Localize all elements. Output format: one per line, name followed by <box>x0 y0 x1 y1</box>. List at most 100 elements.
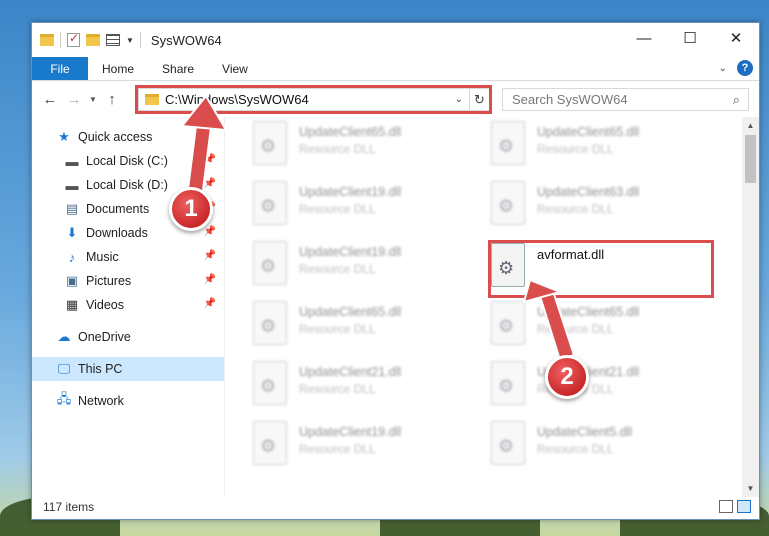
sidebar-item-network[interactable]: 🖧 Network <box>32 389 224 413</box>
dll-file-icon <box>491 361 525 405</box>
tab-home[interactable]: Home <box>88 57 148 80</box>
status-bar: 117 items <box>32 495 759 519</box>
tab-file[interactable]: File <box>32 57 88 80</box>
file-name: UpdateClient65.dll <box>537 305 640 319</box>
help-icon[interactable]: ? <box>737 60 753 76</box>
sidebar-item-videos[interactable]: ▦ Videos 📌 <box>32 293 224 317</box>
file-type: Resource DLL <box>537 322 614 336</box>
window-title: SysWOW64 <box>150 32 222 48</box>
tab-view[interactable]: View <box>208 57 262 80</box>
back-arrow-icon[interactable]: ← <box>38 91 62 108</box>
sidebar-item-label: Local Disk (C:) <box>86 154 168 168</box>
file-type: Resource DLL <box>537 142 614 156</box>
file-item[interactable]: UpdateClient65.dll Resource DLL <box>491 121 711 177</box>
sidebar-item-label: Network <box>78 394 124 408</box>
file-name: UpdateClient19.dll <box>299 425 402 439</box>
star-icon: ★ <box>58 129 70 144</box>
file-item[interactable]: UpdateClient19.dll Resource DLL <box>253 241 473 297</box>
computer-icon: 🖵 <box>57 361 71 376</box>
pin-icon[interactable]: 📌 <box>204 298 216 309</box>
forward-arrow-icon[interactable]: → <box>62 91 86 108</box>
up-arrow-icon[interactable]: ↑ <box>100 91 124 108</box>
file-type: Resource DLL <box>299 382 376 396</box>
dll-file-icon <box>253 421 287 465</box>
scrollbar-thumb[interactable] <box>745 135 756 183</box>
file-item[interactable]: UpdateClient65.dll Resource DLL <box>253 301 473 357</box>
step-2-badge: 2 <box>545 355 589 399</box>
properties-check-icon[interactable] <box>67 31 80 47</box>
pictures-icon: ▣ <box>65 273 79 288</box>
sidebar-item-music[interactable]: ♪ Music 📌 <box>32 245 224 269</box>
music-icon: ♪ <box>68 249 76 265</box>
file-item[interactable]: UpdateClient65.dll Resource DLL <box>491 301 711 357</box>
file-item[interactable]: UpdateClient19.dll Resource DLL <box>253 421 473 477</box>
large-icons-view-icon[interactable] <box>737 500 751 513</box>
file-name: UpdateClient65.dll <box>299 125 402 139</box>
pin-icon[interactable]: 📌 <box>204 226 216 237</box>
sidebar-item-label: Music <box>86 250 119 264</box>
file-name: UpdateClient21.dll <box>299 365 402 379</box>
cloud-icon: ☁ <box>57 329 71 344</box>
videos-icon: ▦ <box>65 297 79 312</box>
sidebar-item-label: Quick access <box>78 130 153 144</box>
folder-icon <box>40 34 54 46</box>
tab-share[interactable]: Share <box>148 57 208 80</box>
pin-icon[interactable]: 📌 <box>204 274 216 285</box>
pin-icon[interactable]: 📌 <box>204 250 216 261</box>
sidebar-item-label: Documents <box>86 202 150 216</box>
sidebar-item-label: Videos <box>86 298 124 312</box>
file-item[interactable]: UpdateClient65.dll Resource DLL <box>253 121 473 177</box>
sidebar-item-label: This PC <box>78 362 123 376</box>
search-icon[interactable]: ⌕ <box>733 92 740 108</box>
drive-icon: ▬ <box>65 153 79 169</box>
sidebar-item-quick-access[interactable]: ★ Quick access <box>32 125 224 149</box>
address-row: ← → ▼ ↑ C:\Windows\SysWOW64 ⌄ ↻ Search S… <box>32 81 759 117</box>
step-1-badge: 1 <box>169 187 213 231</box>
file-type: Resource DLL <box>299 322 376 336</box>
file-item[interactable]: UpdateClient5.dll Resource DLL <box>491 421 711 477</box>
navigation-pane: ★ Quick access ▬ Local Disk (C:) 📌 ▬ Loc… <box>32 117 225 497</box>
sidebar-item-pictures[interactable]: ▣ Pictures 📌 <box>32 269 224 293</box>
pin-icon[interactable]: 📌 <box>204 154 216 165</box>
file-item[interactable]: UpdateClient19.dll Resource DLL <box>253 181 473 237</box>
minimize-button[interactable]: — <box>621 23 667 53</box>
file-type: Resource DLL <box>537 202 614 216</box>
recent-locations-chevron-icon[interactable]: ▼ <box>86 95 100 104</box>
vertical-scrollbar[interactable]: ▲ ▼ <box>742 117 759 497</box>
file-item[interactable]: UpdateClient63.dll Resource DLL <box>491 181 711 237</box>
details-view-icon[interactable] <box>719 500 733 513</box>
file-item[interactable]: UpdateClient21.dll Resource DLL <box>253 361 473 417</box>
file-name: UpdateClient19.dll <box>299 185 402 199</box>
drive-icon: ▬ <box>65 177 79 193</box>
main-content: ★ Quick access ▬ Local Disk (C:) 📌 ▬ Loc… <box>32 117 759 497</box>
explorer-window: ▼ SysWOW64 — ☐ ✕ File Home Share View ⌄ … <box>31 22 760 520</box>
file-list: UpdateClient65.dll Resource DLL UpdateCli… <box>225 117 759 497</box>
file-name: UpdateClient19.dll <box>299 245 402 259</box>
close-button[interactable]: ✕ <box>713 23 759 53</box>
quick-access-toolbar: ▼ <box>40 31 141 48</box>
dll-file-icon <box>253 181 287 225</box>
dll-file-icon <box>253 361 287 405</box>
divider <box>60 32 61 48</box>
scroll-up-arrow-icon[interactable]: ▲ <box>742 117 759 134</box>
sidebar-item-local-disk-c[interactable]: ▬ Local Disk (C:) 📌 <box>32 149 224 173</box>
pin-icon[interactable]: 📌 <box>204 178 216 189</box>
customize-chevron-icon[interactable]: ▼ <box>126 36 134 45</box>
maximize-button[interactable]: ☐ <box>667 23 713 53</box>
documents-icon: ▤ <box>65 201 79 216</box>
file-item[interactable]: UpdateClient21.dllResource DLL <box>491 361 711 417</box>
new-folder-icon[interactable] <box>86 34 100 46</box>
sidebar-item-onedrive[interactable]: ☁ OneDrive <box>32 325 224 349</box>
properties-icon[interactable] <box>106 34 120 46</box>
sidebar-item-this-pc[interactable]: 🖵 This PC <box>32 357 224 381</box>
file-highlight-box <box>488 240 714 298</box>
file-name: UpdateClient65.dll <box>537 125 640 139</box>
ribbon-tabs: File Home Share View ⌄ ? <box>32 57 759 81</box>
expand-ribbon-chevron-icon[interactable]: ⌄ <box>719 63 727 74</box>
item-count: 117 items <box>43 500 95 514</box>
address-highlight-box <box>135 85 492 114</box>
file-type: Resource DLL <box>537 442 614 456</box>
dll-file-icon <box>491 121 525 165</box>
divider <box>139 32 141 48</box>
search-input[interactable]: Search SysWOW64 ⌕ <box>502 88 749 111</box>
